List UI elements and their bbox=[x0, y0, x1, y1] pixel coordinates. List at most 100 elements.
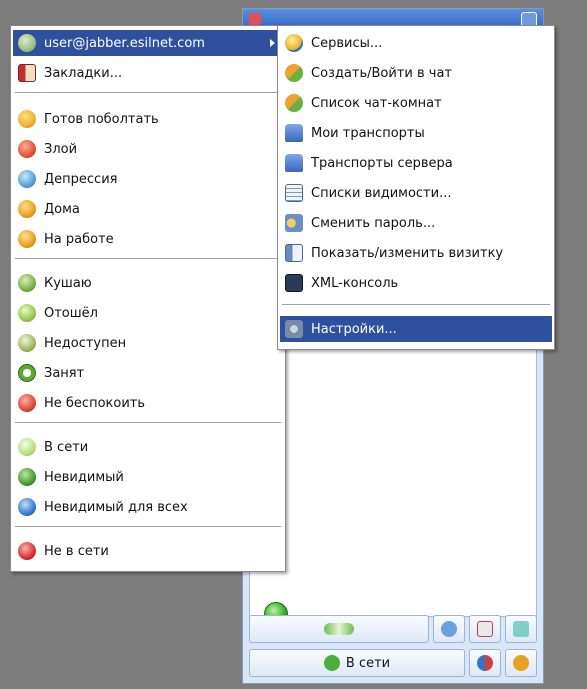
person-icon bbox=[513, 655, 529, 671]
visibility-lists-menu-item[interactable]: Списки видимости... bbox=[280, 180, 552, 206]
status-item-dnd[interactable]: Не беспокоить bbox=[13, 390, 283, 416]
submenu-label: Создать/Войти в чат bbox=[311, 65, 453, 81]
bookmarks-menu-item[interactable]: Закладки... bbox=[13, 60, 283, 86]
show-offline-button[interactable] bbox=[469, 615, 501, 643]
xml-console-icon bbox=[285, 274, 303, 292]
bookmarks-icon bbox=[18, 64, 36, 82]
server-transports-icon bbox=[285, 154, 303, 172]
status-menu: user@jabber.esilnet.com Закладки... Гото… bbox=[10, 25, 286, 572]
menu-separator bbox=[282, 304, 550, 305]
status-label: Отошёл bbox=[44, 305, 98, 321]
submenu-label: Списки видимости... bbox=[311, 185, 452, 201]
eating-status-icon bbox=[18, 274, 36, 292]
status-label: Дома bbox=[44, 201, 80, 217]
submenu-label: Сменить пароль... bbox=[311, 215, 436, 231]
status-label: Недоступен bbox=[44, 335, 127, 351]
create-chat-icon bbox=[285, 64, 303, 82]
submenu-label: Список чат-комнат bbox=[311, 95, 442, 111]
account-status-icon bbox=[18, 34, 36, 52]
status-item-eating[interactable]: Кушаю bbox=[13, 270, 283, 296]
status-item-offline[interactable]: Не в сети bbox=[13, 538, 283, 564]
offline-status-icon bbox=[18, 542, 36, 560]
account-label: user@jabber.esilnet.com bbox=[44, 35, 205, 51]
bookmarks-label: Закладки... bbox=[44, 65, 123, 81]
app-icon bbox=[249, 13, 261, 25]
profile-button[interactable] bbox=[505, 649, 537, 677]
work-status-icon bbox=[18, 230, 36, 248]
settings-menu-item[interactable]: Настройки... bbox=[280, 316, 552, 342]
status-label: Невидимый для всех bbox=[44, 499, 188, 515]
online-person-icon bbox=[323, 655, 340, 671]
toolbar-bottom: В сети bbox=[249, 649, 537, 679]
status-item-away[interactable]: Отошёл bbox=[13, 300, 283, 326]
settings-label: Настройки... bbox=[311, 321, 397, 337]
chatroom-list-menu-item[interactable]: Список чат-комнат bbox=[280, 90, 552, 116]
status-label: Злой bbox=[44, 141, 78, 157]
status-item-angry[interactable]: Злой bbox=[13, 136, 283, 162]
my-transports-icon bbox=[285, 124, 303, 142]
status-item-online[interactable]: В сети bbox=[13, 434, 283, 460]
xml-console-menu-item[interactable]: XML-консоль bbox=[280, 270, 552, 296]
status-label: На работе bbox=[44, 231, 114, 247]
view-arrows-icon bbox=[324, 623, 354, 635]
hourglass-button[interactable] bbox=[505, 615, 537, 643]
menu-separator bbox=[15, 422, 281, 423]
contacts-menu-button[interactable] bbox=[469, 649, 501, 677]
status-label: Кушаю bbox=[44, 275, 92, 291]
menu-separator bbox=[15, 258, 281, 259]
vcard-menu-item[interactable]: Показать/изменить визитку bbox=[280, 240, 552, 266]
create-chat-menu-item[interactable]: Создать/Войти в чат bbox=[280, 60, 552, 86]
services-icon bbox=[285, 34, 303, 52]
status-label: В сети bbox=[44, 439, 89, 455]
invisible-status-icon bbox=[18, 468, 36, 486]
menu-separator bbox=[15, 526, 281, 527]
dnd-status-icon bbox=[18, 394, 36, 412]
status-item-home[interactable]: Дома bbox=[13, 196, 283, 222]
offline-label: Не в сети bbox=[44, 543, 109, 559]
my-transports-menu-item[interactable]: Мои транспорты bbox=[280, 120, 552, 146]
busy-clock-icon bbox=[18, 364, 36, 382]
server-transports-menu-item[interactable]: Транспорты сервера bbox=[280, 150, 552, 176]
change-password-icon bbox=[285, 214, 303, 232]
status-label: Невидимый bbox=[44, 469, 124, 485]
services-menu-item[interactable]: Сервисы... bbox=[280, 30, 552, 56]
vcard-icon bbox=[285, 244, 303, 262]
status-item-depressed[interactable]: Депрессия bbox=[13, 166, 283, 192]
invisible-all-status-icon bbox=[18, 498, 36, 516]
status-label: Готов поболтать bbox=[44, 111, 159, 127]
na-status-icon bbox=[18, 334, 36, 352]
add-contact-button[interactable] bbox=[433, 615, 465, 643]
status-item-invisible[interactable]: Невидимый bbox=[13, 464, 283, 490]
online-status-icon bbox=[18, 438, 36, 456]
submenu-label: Сервисы... bbox=[311, 35, 383, 51]
status-label: Депрессия bbox=[44, 171, 118, 187]
status-item-work[interactable]: На работе bbox=[13, 226, 283, 252]
toolbar-top bbox=[249, 615, 537, 645]
status-label: Занят bbox=[44, 365, 85, 381]
toggle-view-button[interactable] bbox=[249, 615, 429, 643]
change-password-menu-item[interactable]: Сменить пароль... bbox=[280, 210, 552, 236]
submenu-label: Показать/изменить визитку bbox=[311, 245, 504, 261]
contacts-icon bbox=[477, 655, 493, 671]
depressed-smile-icon bbox=[18, 170, 36, 188]
settings-icon bbox=[285, 320, 303, 338]
account-submenu: Сервисы... Создать/Войти в чат Список ча… bbox=[277, 25, 555, 350]
add-contact-icon bbox=[441, 621, 457, 637]
account-menu-item[interactable]: user@jabber.esilnet.com bbox=[13, 30, 283, 56]
status-item-na[interactable]: Недоступен bbox=[13, 330, 283, 356]
away-status-icon bbox=[18, 304, 36, 322]
submenu-arrow-icon bbox=[270, 39, 275, 47]
show-offline-icon bbox=[477, 621, 493, 637]
status-button[interactable]: В сети bbox=[249, 649, 465, 677]
status-item-chat[interactable]: Готов поболтать bbox=[13, 106, 283, 132]
chatroom-list-icon bbox=[285, 94, 303, 112]
home-status-icon bbox=[18, 200, 36, 218]
submenu-label: Транспорты сервера bbox=[311, 155, 453, 171]
chat-smile-icon bbox=[18, 110, 36, 128]
status-item-busy[interactable]: Занят bbox=[13, 360, 283, 386]
status-label: Не беспокоить bbox=[44, 395, 146, 411]
submenu-label: Мои транспорты bbox=[311, 125, 425, 141]
status-item-invisible-all[interactable]: Невидимый для всех bbox=[13, 494, 283, 520]
submenu-label: XML-консоль bbox=[311, 275, 399, 291]
angry-smile-icon bbox=[18, 140, 36, 158]
